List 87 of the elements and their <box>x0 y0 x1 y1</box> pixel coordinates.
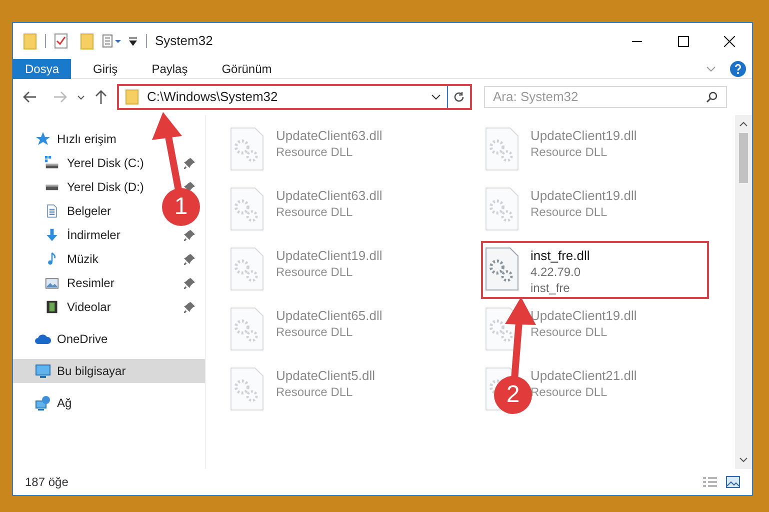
pin-icon[interactable] <box>184 254 195 264</box>
file-name: UpdateClient19.dll <box>530 127 637 144</box>
sidebar-item[interactable]: Bu bilgisayar <box>13 359 205 383</box>
file-name: UpdateClient21.dll <box>530 367 637 384</box>
sidebar-item[interactable]: Hızlı erişim <box>13 127 205 151</box>
pin-icon[interactable] <box>184 278 195 288</box>
file-name: UpdateClient19.dll <box>530 187 637 204</box>
file-detail: Resource DLL <box>276 324 354 340</box>
drive-icon <box>45 156 59 170</box>
sidebar-item[interactable]: İndirmeler <box>67 226 120 244</box>
minimize-icon <box>632 40 642 42</box>
film-icon <box>45 300 59 314</box>
folder-icon <box>125 89 139 105</box>
sidebar-item[interactable]: OneDrive <box>13 327 205 351</box>
file-detail: Resource DLL <box>276 384 354 400</box>
ribbon-tab[interactable]: Görünüm <box>210 58 284 78</box>
details-view-icon[interactable] <box>702 476 718 488</box>
dll-file-icon <box>230 187 264 231</box>
customize-toolbar-icon[interactable] <box>128 36 138 46</box>
file-name: UpdateClient19.dll <box>276 247 382 264</box>
close-icon <box>724 36 734 46</box>
file-detail: Resource DLL <box>276 144 354 160</box>
monitor-icon <box>35 363 51 379</box>
sidebar-item[interactable]: Müzik <box>67 250 98 268</box>
file-detail: Resource DLL <box>530 144 608 160</box>
ribbon-tab[interactable]: Paylaş <box>140 58 200 78</box>
window-title: System32 <box>155 32 213 50</box>
refresh-icon[interactable] <box>453 91 465 103</box>
scroll-down-icon[interactable] <box>739 457 748 463</box>
dll-file-icon <box>230 307 264 351</box>
dll-file-icon <box>230 127 264 171</box>
file-detail: Resource DLL <box>530 384 608 400</box>
ribbon-tab[interactable]: Dosya <box>13 58 72 78</box>
file-name: inst_fre.dll <box>530 247 590 264</box>
star-icon <box>35 131 51 147</box>
sidebar-label: Ağ <box>57 395 72 412</box>
pin-icon[interactable] <box>184 302 195 312</box>
sidebar-item[interactable]: Yerel Disk (C:) <box>67 154 144 172</box>
sidebar-item[interactable]: Resimler <box>67 274 114 292</box>
scroll-up-icon[interactable] <box>739 121 748 127</box>
help-icon[interactable] <box>730 60 746 76</box>
item-count: 187 öğe <box>25 474 68 491</box>
sidebar-item[interactable]: Yerel Disk (D:) <box>67 178 144 196</box>
sidebar-label: Bu bilgisayar <box>57 363 126 380</box>
dll-file-icon <box>484 127 518 171</box>
dll-file-icon <box>484 247 518 291</box>
maximize-icon <box>678 36 688 46</box>
sidebar-item[interactable]: Belgeler <box>67 202 112 220</box>
document-icon <box>45 204 59 218</box>
up-arrow-icon[interactable] <box>95 90 107 104</box>
sidebar-label: Hızlı erişim <box>57 131 116 148</box>
file-name: UpdateClient63.dll <box>276 187 382 204</box>
dll-file-icon <box>484 187 518 231</box>
pin-icon[interactable] <box>184 158 195 168</box>
file-detail: inst_fre <box>530 280 571 296</box>
file-detail: Resource DLL <box>530 324 608 340</box>
picture-icon <box>45 276 59 290</box>
sidebar-item[interactable]: Videolar <box>67 298 111 316</box>
large-icons-view-icon[interactable] <box>726 476 740 488</box>
file-name: UpdateClient65.dll <box>276 307 382 324</box>
sidebar-item[interactable]: Ağ <box>13 391 205 415</box>
scrollbar-thumb[interactable] <box>739 133 748 183</box>
address-bar[interactable]: C:\Windows\System32 <box>117 84 472 110</box>
file-name: UpdateClient19.dll <box>530 307 637 324</box>
search-icon <box>706 91 718 103</box>
drive-icon <box>45 184 59 190</box>
dll-file-icon <box>230 247 264 291</box>
view-options-icon[interactable] <box>102 34 122 48</box>
network-icon <box>35 395 51 411</box>
pin-icon[interactable] <box>184 230 195 240</box>
address-path: C:\Windows\System32 <box>147 88 278 106</box>
back-arrow-icon[interactable] <box>23 91 37 103</box>
file-name: UpdateClient5.dll <box>276 367 376 384</box>
file-name: UpdateClient63.dll <box>276 127 382 144</box>
file-detail: Resource DLL <box>530 204 608 220</box>
ribbon-tab[interactable]: Giriş <box>81 58 130 78</box>
file-detail: Resource DLL <box>276 204 354 220</box>
search-placeholder: Ara: System32 <box>493 88 580 106</box>
scrollbar[interactable] <box>735 115 752 469</box>
download-arrow-icon <box>45 228 59 242</box>
sidebar-label: OneDrive <box>57 331 108 348</box>
file-detail: Resource DLL <box>276 264 354 280</box>
properties-icon[interactable] <box>54 33 68 49</box>
chevron-down-icon[interactable] <box>77 94 85 100</box>
chevron-down-icon[interactable] <box>431 94 441 100</box>
file-detail: 4.22.79.0 <box>530 264 582 280</box>
dll-file-icon <box>230 367 264 411</box>
